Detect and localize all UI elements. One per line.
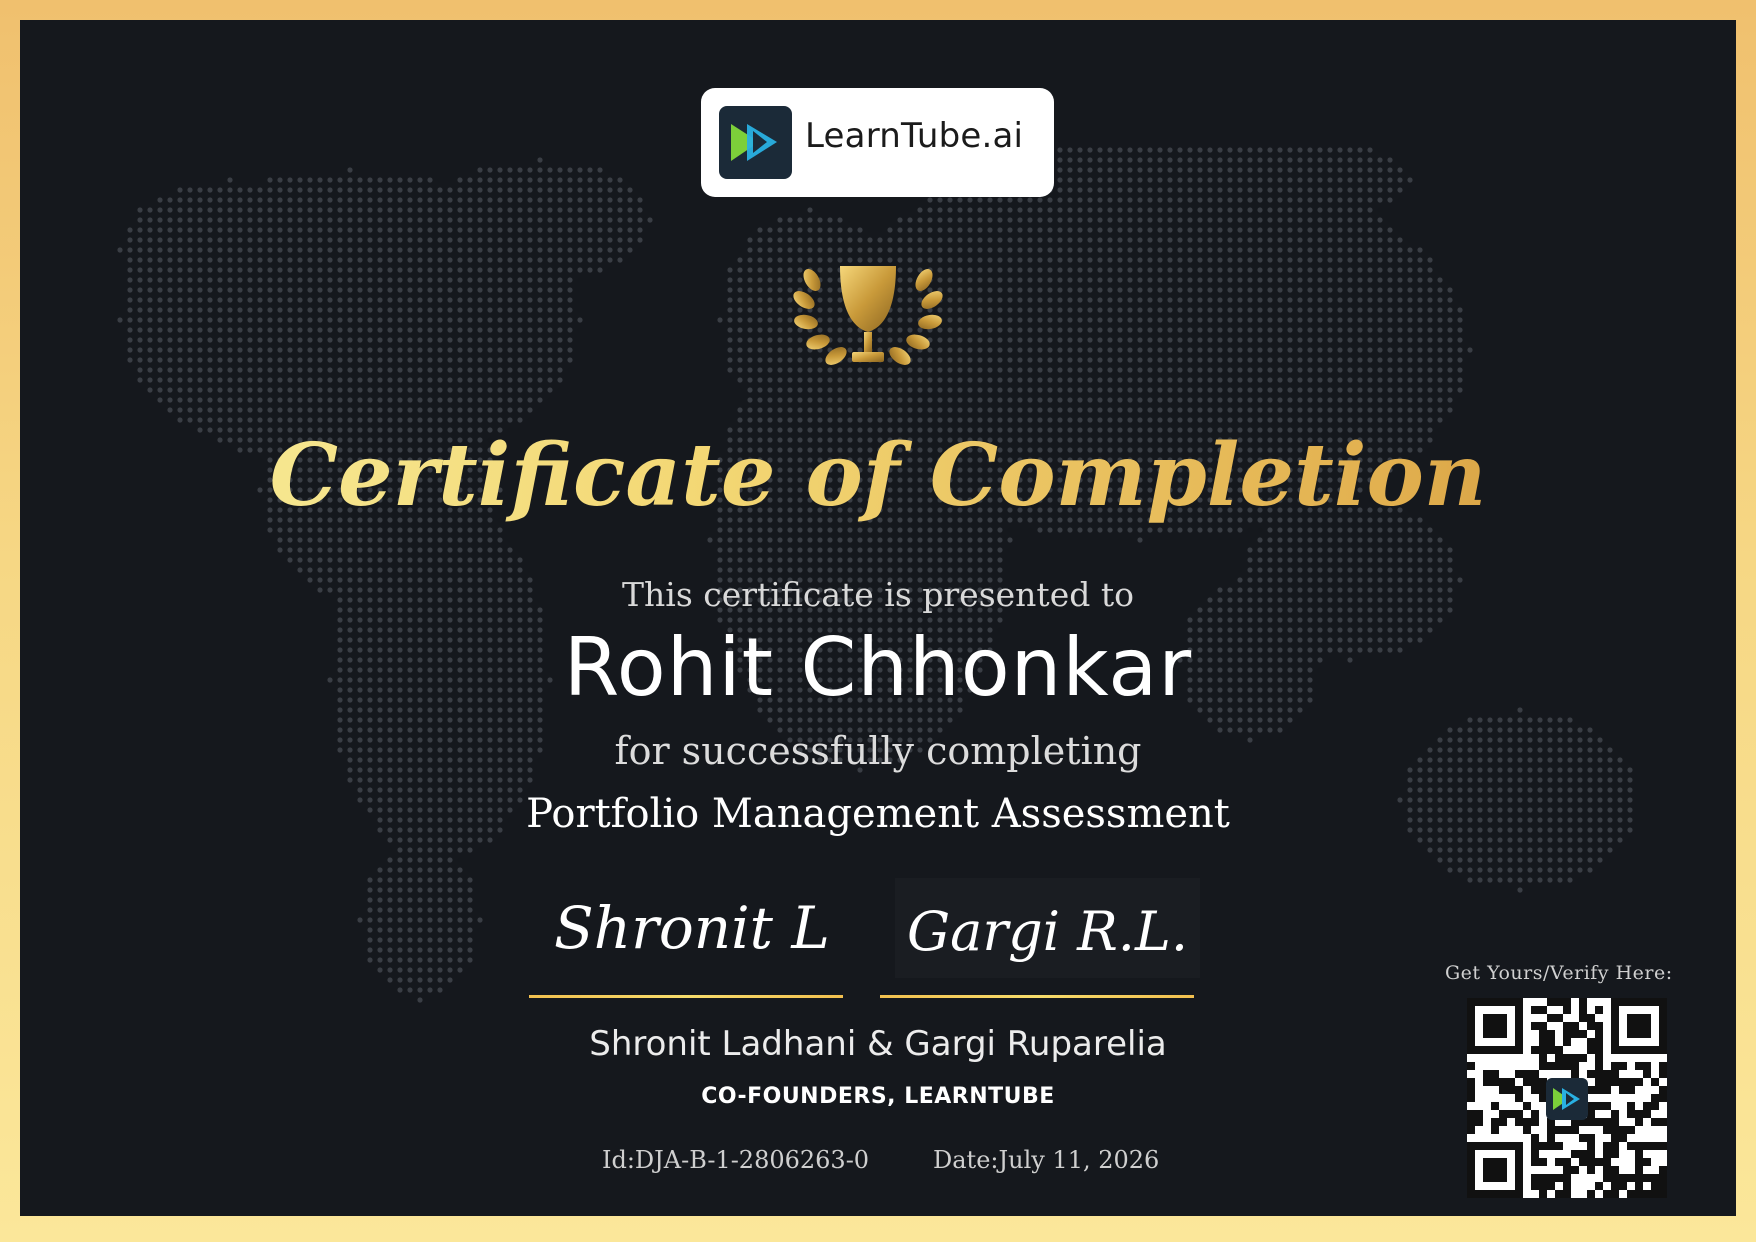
brand-logo: LearnTube.ai (701, 88, 1054, 197)
signature-line-2 (880, 995, 1194, 998)
signature-gargi: Gargi R.L. (895, 878, 1200, 978)
signature-line-1 (529, 995, 843, 998)
completing-text: for successfully completing (614, 729, 1142, 773)
certificate-date: Date:July 11, 2026 (933, 1146, 1160, 1174)
signature-shronit: Shronit L (554, 894, 830, 962)
certificate-panel: LearnTube.ai Certificate of Completion T… (20, 20, 1736, 1216)
presented-to-text: This certificate is presented to (622, 575, 1134, 614)
play-forward-icon (719, 106, 792, 179)
qr-brand-icon (1546, 1078, 1588, 1120)
brand-name: LearnTube.ai (805, 116, 1024, 156)
trophy-laurel-icon (793, 266, 943, 365)
certificate-id: Id:DJA-B-1-2806263-0 (602, 1146, 870, 1174)
recipient-name: Rohit Chhonkar (563, 621, 1193, 714)
verify-label: Get Yours/Verify Here: (1445, 962, 1673, 984)
certificate-title: Certificate of Completion (20, 425, 1736, 526)
course-name: Portfolio Management Assessment (526, 791, 1230, 837)
